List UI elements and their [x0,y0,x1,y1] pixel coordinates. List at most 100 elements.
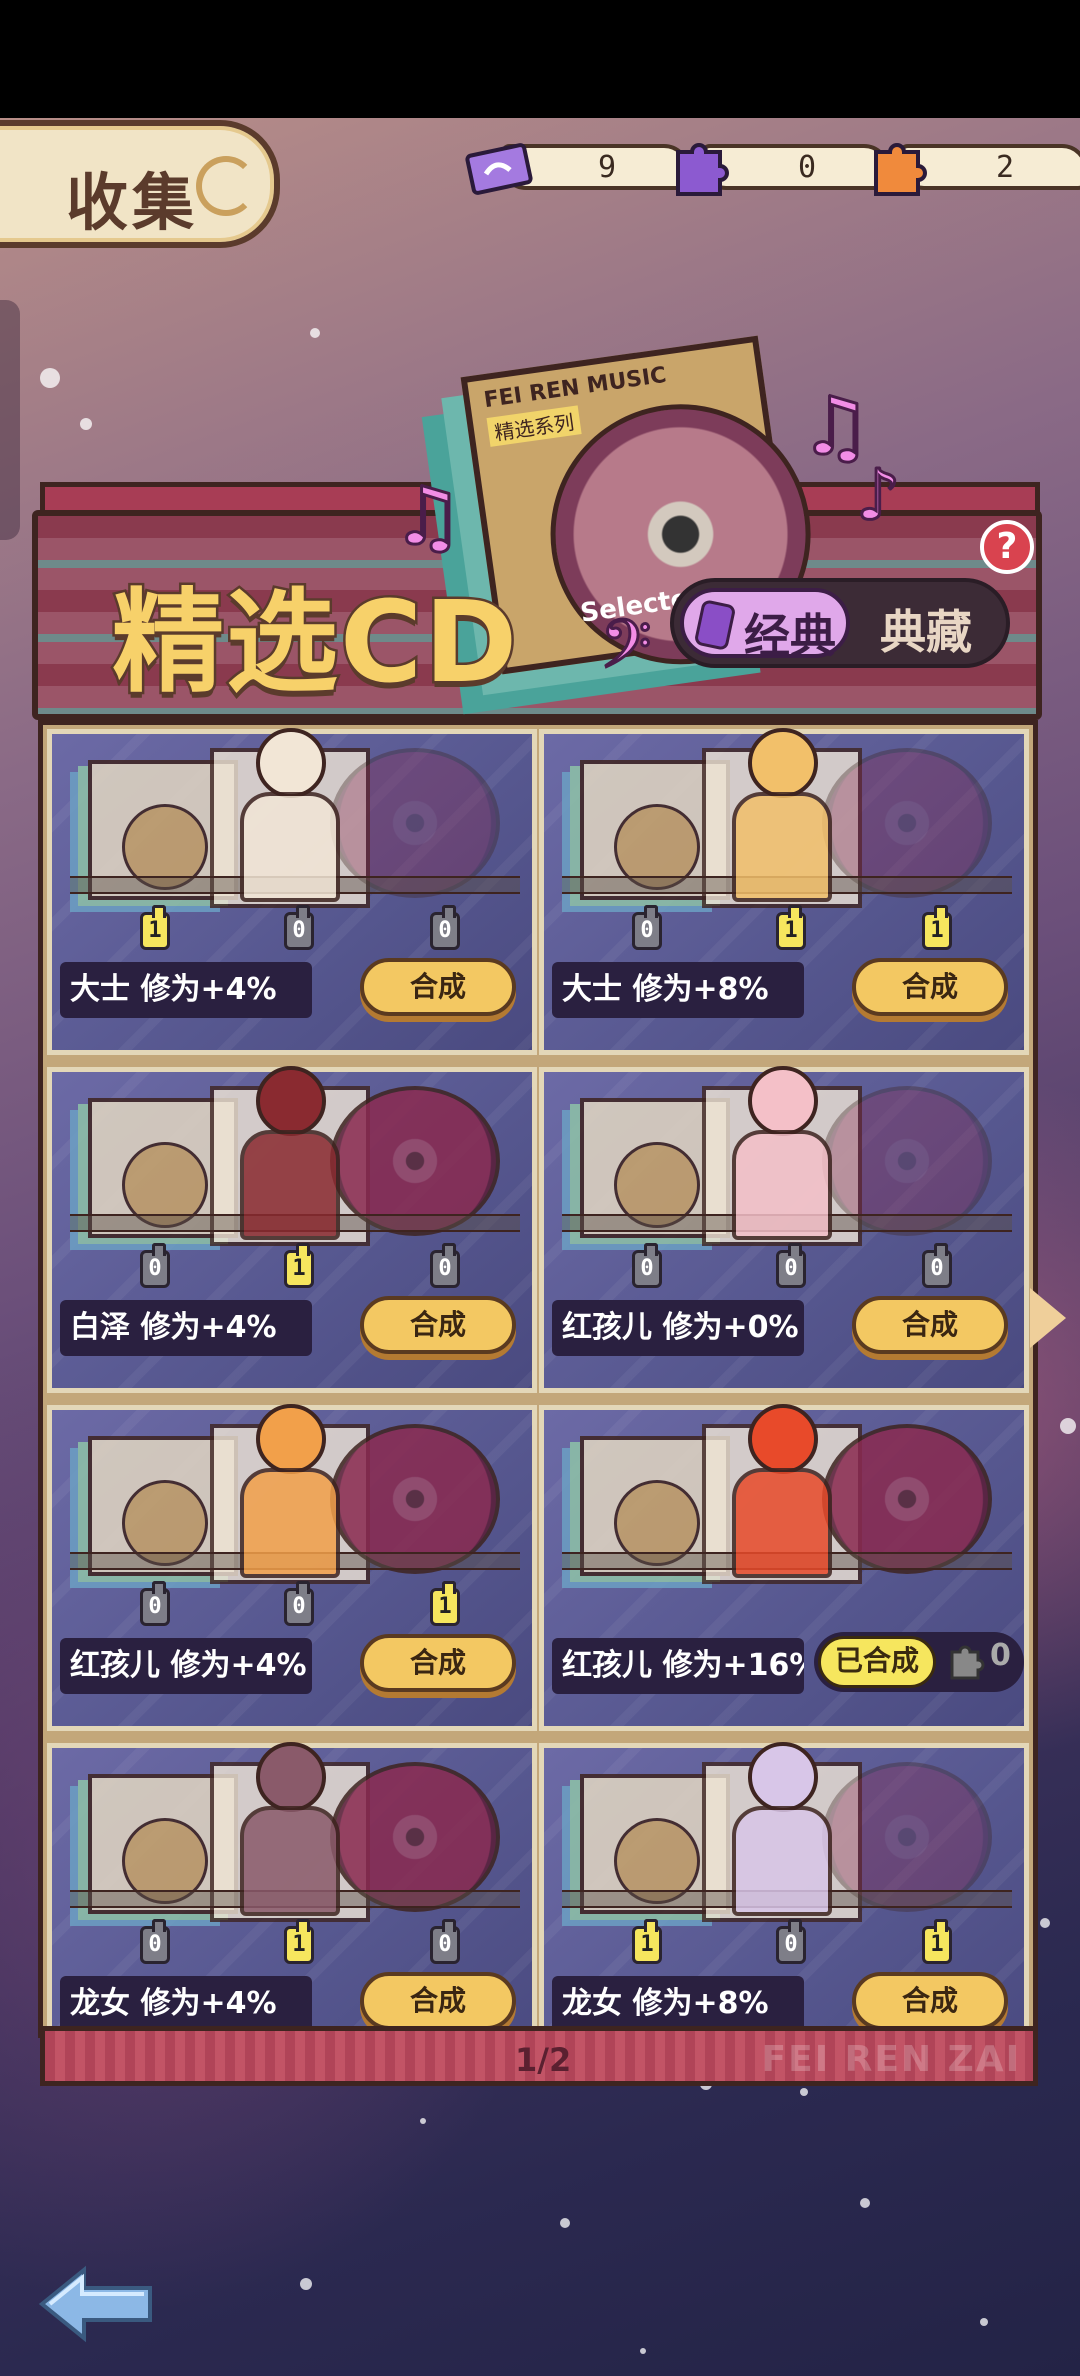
music-note-icon: ♫ [391,469,466,565]
music-note-icon: ♪ [855,453,903,538]
character-portrait-icon [210,728,370,908]
cd-card[interactable]: 1 0 1 龙女 修为+8% 合成 [539,1742,1029,2069]
toggle-classic-label: 经典 [744,609,836,663]
fragment-slot: 0 [430,1919,460,1964]
star-decoration [560,2218,570,2228]
fragment-slot: 0 [632,1243,662,1288]
character-portrait-icon [210,1066,370,1246]
fragment-slot: 1 [140,905,170,950]
cd-artwork [70,1066,520,1256]
bonus-label: 大士 修为+8% [552,962,804,1018]
cd-artwork [70,1742,520,1932]
page-footer: 1/2 FEI REN ZAI [40,2026,1038,2086]
cd-card[interactable]: 0 0 0 红孩儿 修为+0% 合成 [539,1066,1029,1393]
cd-artwork [562,728,1012,918]
fragment-slots: 1 0 0 [52,905,532,952]
cd-card[interactable]: 0 1 0 龙女 修为+4% 合成 [47,1742,537,2069]
fragment-slots: 1 0 1 [544,1919,1024,1966]
toggle-classic[interactable]: 经典 [680,588,850,663]
purple-puzzle-icon [676,143,729,196]
star-decoration [300,2278,312,2290]
fragment-slot: 0 [140,1581,170,1626]
cd-artwork [562,1066,1012,1256]
character-portrait-icon [702,1742,862,1922]
brand-watermark: FEI REN ZAI [761,2039,1021,2080]
side-drawer-tab[interactable] [0,300,20,540]
fragment-slot: 0 [284,905,314,950]
synthesize-button[interactable]: 合成 [360,958,516,1016]
synthesize-button[interactable]: 合成 [360,1296,516,1354]
cd-card[interactable]: 0 1 0 白泽 修为+4% 合成 [47,1066,537,1393]
star-decoration [860,2198,870,2208]
cd-card[interactable]: 1 0 0 大士 修为+4% 合成 [47,728,537,1055]
card-icon [693,598,737,652]
synthesized-badge: 已合成 [818,1636,936,1688]
star-decoration [420,2118,426,2124]
cd-artwork [562,1742,1012,1932]
back-arrow-icon[interactable] [38,2264,158,2344]
fragment-slot: 0 [284,1581,314,1626]
page-title: 收集 [66,166,199,239]
fragment-slots: 0 0 1 [52,1581,532,1628]
fragment-slot: 0 [776,1243,806,1288]
help-button[interactable]: ? [980,520,1034,574]
fragment-slot: 1 [922,1919,952,1964]
fragment-slot: 1 [922,905,952,950]
fragment-slot: 0 [430,905,460,950]
character-portrait-icon [210,1742,370,1922]
fragment-slot: 0 [922,1243,952,1288]
cd-card[interactable]: 0 1 1 大士 修为+8% 合成 [539,728,1029,1055]
bonus-label: 大士 修为+4% [60,962,312,1018]
cd-grid: 1 0 0 大士 修为+4% 合成 0 1 1 大士 修为+8% 合成 0 1 0 白泽 修为+4% 合成 0… [38,720,1038,2069]
gray-puzzle-icon [950,1645,985,1680]
orange-piece-count: 2 [995,150,1014,185]
page-indicator: 1/2 [515,2041,572,2079]
synthesize-button[interactable]: 合成 [852,1296,1008,1354]
synthesize-button[interactable]: 合成 [852,958,1008,1016]
bonus-label: 龙女 修为+4% [60,1976,312,2032]
orange-piece-counter: 2 [874,143,1080,196]
orange-puzzle-icon [874,143,927,196]
fragment-slot: 0 [430,1243,460,1288]
character-portrait-icon [702,728,862,908]
fragment-slot: 1 [284,1243,314,1288]
fragment-slots: 0 0 0 [544,1243,1024,1290]
fragment-slots: 0 1 0 [52,1243,532,1290]
cd-artwork [70,1404,520,1594]
star-decoration [980,2318,988,2326]
star-decoration [800,2088,808,2096]
star-decoration [640,2348,646,2354]
fragment-slot: 0 [140,1919,170,1964]
synthesize-button[interactable]: 合成 [360,1972,516,2030]
star-decoration [310,328,320,338]
star-decoration [40,368,60,388]
cd-card[interactable]: 0 0 1 红孩儿 修为+4% 合成 [47,1404,537,1731]
collection-type-toggle[interactable]: 经典 典藏 [670,578,1010,668]
ticket-counter: 9 [465,143,690,195]
synthesize-button[interactable]: 合成 [360,1634,516,1692]
collection-title-tab: 收集 [0,120,280,248]
cd-case-series: 精选系列 [486,405,582,447]
fragment-slot: 0 [776,1919,806,1964]
bonus-label: 红孩儿 修为+4% [60,1638,312,1694]
character-portrait-icon [702,1066,862,1246]
cd-artwork [70,728,520,918]
character-portrait-icon [210,1404,370,1584]
fragment-slots: 0 1 0 [52,1919,532,1966]
fragment-slot: 1 [284,1919,314,1964]
bonus-label: 红孩儿 修为+16% [552,1638,804,1694]
cd-card[interactable]: 红孩儿 修为+16% 已合成 0 [539,1404,1029,1731]
fragment-slot: 1 [776,905,806,950]
character-portrait-icon [702,1404,862,1584]
star-decoration [1060,1418,1076,1434]
bass-clef-icon: 𝄢 [598,605,652,701]
status-bar [0,0,1080,118]
next-page-arrow-icon[interactable] [1030,1288,1066,1348]
fragment-slot: 0 [632,905,662,950]
toggle-collector-label[interactable]: 典藏 [880,596,972,662]
synthesized-status: 已合成 0 [814,1632,1024,1692]
synthesize-button[interactable]: 合成 [852,1972,1008,2030]
fragment-count: 0 [990,1638,1011,1673]
bonus-label: 红孩儿 修为+0% [552,1300,804,1356]
fragment-slot: 1 [632,1919,662,1964]
